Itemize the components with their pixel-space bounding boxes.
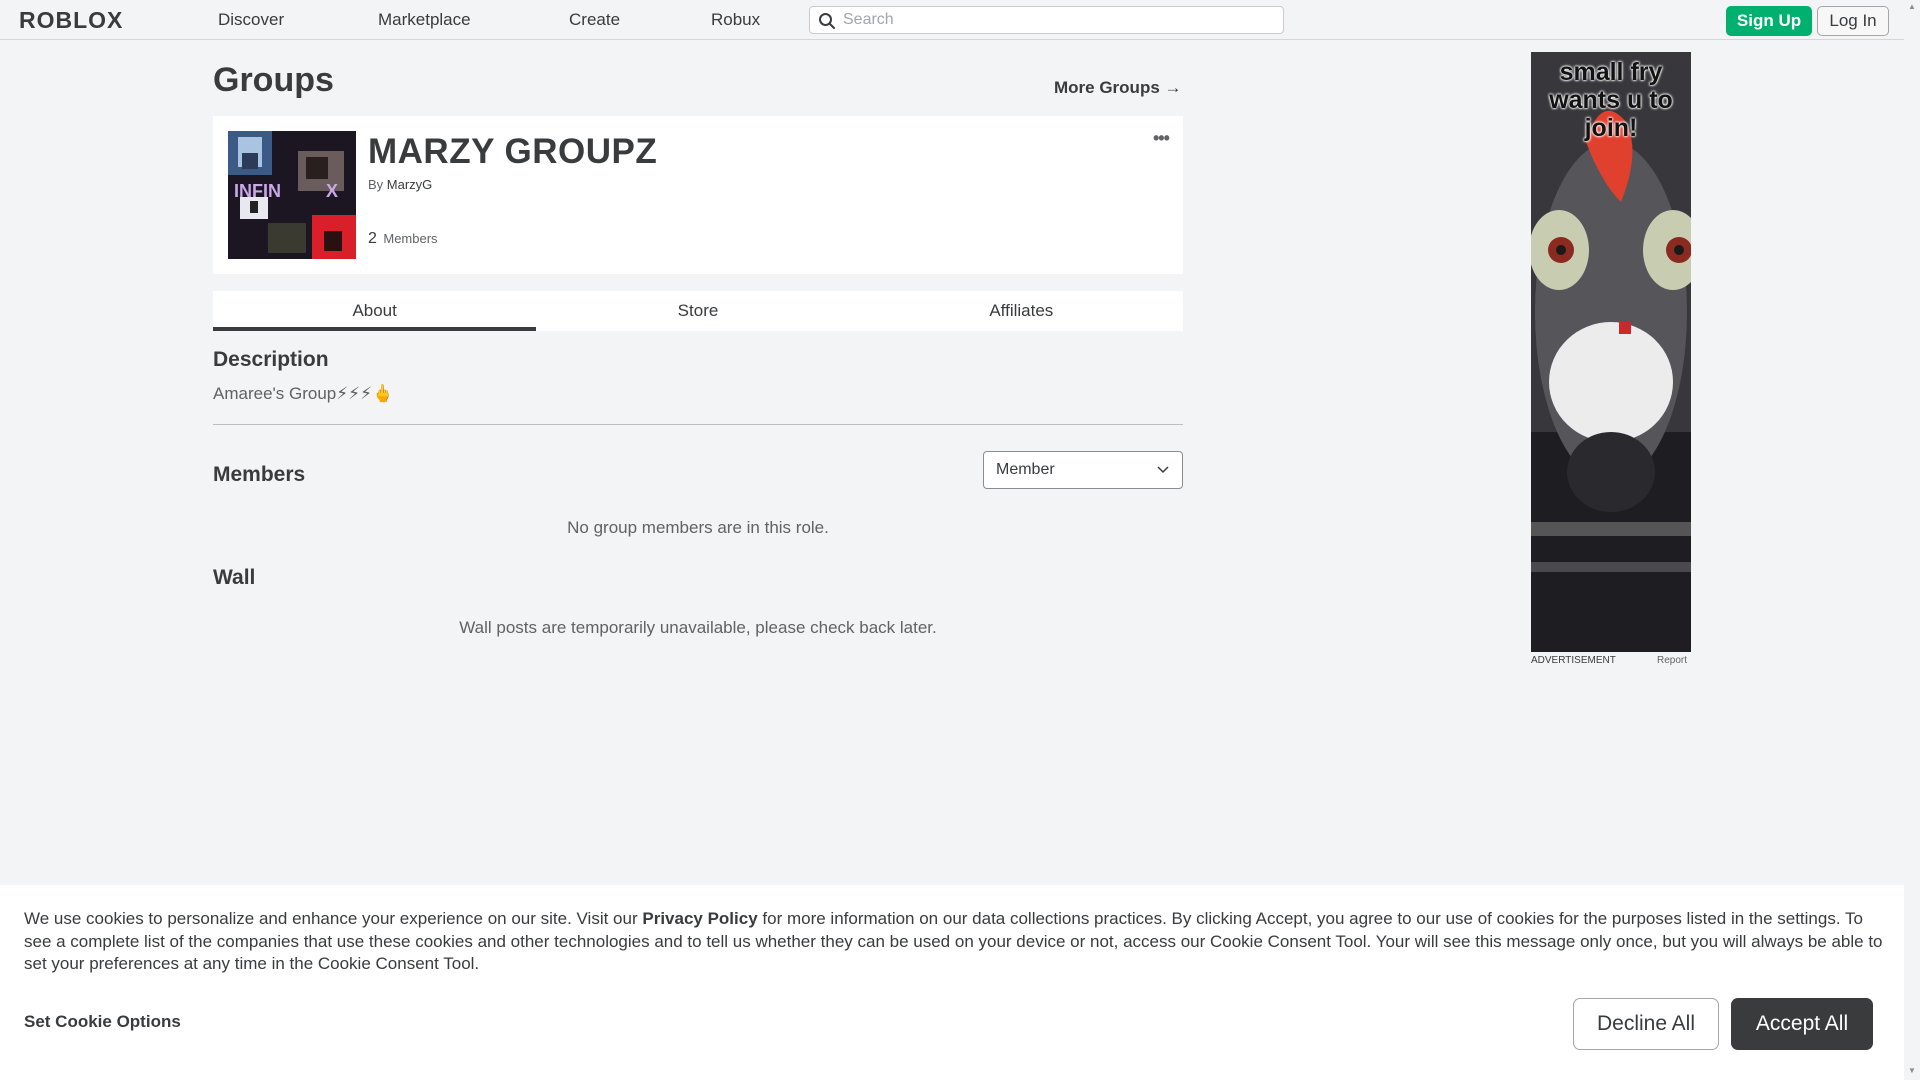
ellipsis-icon[interactable]: •••	[1153, 128, 1170, 149]
decline-all-button[interactable]: Decline All	[1573, 998, 1719, 1050]
wall-heading: Wall	[213, 566, 256, 589]
advertisement-banner[interactable]: small fry wants u to join!	[1531, 52, 1691, 652]
description-heading: Description	[213, 348, 329, 371]
set-cookie-options-link[interactable]: Set Cookie Options	[24, 1012, 181, 1032]
scroll-down-icon[interactable]: ▼	[1908, 1066, 1916, 1075]
top-nav: ROBLOX Discover Marketplace Create Robux…	[0, 0, 1904, 40]
page-title: Groups	[213, 61, 334, 99]
group-tabs: About Store Affiliates	[213, 291, 1183, 331]
nav-robux[interactable]: Robux	[711, 10, 760, 30]
member-count-label: Members	[383, 231, 438, 246]
group-owner-link[interactable]: MarzyG	[387, 177, 433, 192]
roblox-logo[interactable]: ROBLOX	[19, 7, 123, 34]
cookie-text-before: We use cookies to personalize and enhanc…	[24, 909, 643, 928]
tab-affiliates[interactable]: Affiliates	[860, 291, 1183, 331]
accept-all-button[interactable]: Accept All	[1731, 998, 1873, 1050]
search-input[interactable]	[843, 10, 1273, 30]
group-description: Amaree's Group⚡⚡⚡🖕	[213, 384, 394, 403]
advertisement-label: ADVERTISEMENT	[1531, 655, 1616, 666]
scroll-up-icon[interactable]: ▲	[1908, 2, 1916, 11]
ad-report-link[interactable]: Report	[1657, 655, 1687, 666]
member-count: 2 Members	[368, 230, 438, 248]
search-icon	[819, 13, 835, 29]
group-header-card: INFIN X MARZY GROUPZ By MarzyG 2 Members…	[213, 116, 1183, 274]
page-scrollbar[interactable]: ▲ ▼	[1904, 0, 1920, 1080]
chevron-down-icon	[1157, 466, 1169, 474]
svg-text:INFIN: INFIN	[234, 181, 281, 201]
role-dropdown[interactable]: Member	[983, 451, 1183, 489]
privacy-policy-link[interactable]: Privacy Policy	[642, 909, 757, 928]
group-name: MARZY GROUPZ	[368, 132, 658, 171]
wall-empty-message: Wall posts are temporarily unavailable, …	[459, 618, 937, 637]
log-in-button[interactable]: Log In	[1817, 6, 1889, 36]
group-owner-line: By MarzyG	[368, 177, 432, 192]
role-selected-value: Member	[996, 461, 1055, 478]
cookie-message: We use cookies to personalize and enhanc…	[24, 908, 1884, 976]
nav-discover[interactable]: Discover	[218, 10, 284, 30]
nav-create[interactable]: Create	[569, 10, 620, 30]
group-emblem: INFIN X	[228, 131, 356, 259]
more-groups-link[interactable]: More Groups →	[1054, 78, 1182, 98]
ad-image	[1531, 52, 1691, 652]
nav-marketplace[interactable]: Marketplace	[378, 10, 471, 30]
members-empty-message: No group members are in this role.	[567, 518, 829, 537]
by-prefix: By	[368, 177, 384, 192]
cookie-consent-banner: We use cookies to personalize and enhanc…	[0, 885, 1904, 1080]
members-heading: Members	[213, 463, 306, 486]
member-count-value: 2	[368, 230, 377, 247]
search-box[interactable]	[809, 6, 1284, 34]
tab-store[interactable]: Store	[536, 291, 859, 331]
svg-text:X: X	[326, 181, 338, 201]
ad-headline: small fry wants u to join!	[1549, 58, 1673, 142]
tab-about[interactable]: About	[213, 291, 537, 331]
divider	[213, 424, 1183, 425]
sign-up-button[interactable]: Sign Up	[1726, 6, 1812, 36]
